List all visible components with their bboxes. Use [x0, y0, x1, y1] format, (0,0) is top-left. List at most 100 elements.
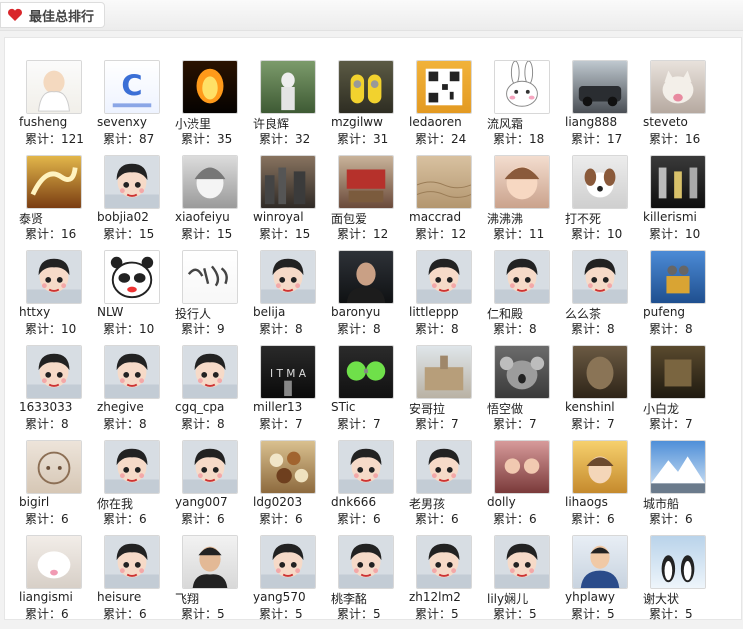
user-avatar[interactable]: [104, 345, 160, 399]
user-name[interactable]: lihaogs: [565, 495, 643, 509]
user-avatar[interactable]: [416, 535, 472, 589]
ranking-item[interactable]: 小渋里 累计：35: [175, 60, 253, 154]
user-avatar[interactable]: [650, 60, 706, 114]
user-name[interactable]: xiaofeiyu: [175, 210, 253, 224]
ranking-item[interactable]: 安哥拉 累计：7: [409, 345, 487, 439]
user-name[interactable]: dolly: [487, 495, 565, 509]
user-name[interactable]: kenshinl: [565, 400, 643, 414]
user-name[interactable]: STic: [331, 400, 409, 414]
user-avatar[interactable]: [494, 250, 550, 304]
user-name[interactable]: killerismi: [643, 210, 721, 224]
ranking-item[interactable]: 城市船 累计：6: [643, 440, 721, 534]
user-avatar[interactable]: [494, 440, 550, 494]
ranking-item[interactable]: 流风霜 累计：18: [487, 60, 565, 154]
user-avatar[interactable]: [572, 345, 628, 399]
ranking-item[interactable]: 投行人 累计：9: [175, 250, 253, 344]
ranking-item[interactable]: 桃李酩 累计：5: [331, 535, 409, 629]
ranking-item[interactable]: bobjia02 累计：15: [97, 155, 175, 249]
user-avatar[interactable]: [650, 535, 706, 589]
user-avatar[interactable]: [104, 535, 160, 589]
user-avatar[interactable]: [104, 250, 160, 304]
user-avatar[interactable]: C: [104, 60, 160, 114]
user-name[interactable]: littleppp: [409, 305, 487, 319]
user-avatar[interactable]: [260, 60, 316, 114]
ranking-item[interactable]: cgq_cpa 累计：8: [175, 345, 253, 439]
ranking-item[interactable]: dnk666 累计：6: [331, 440, 409, 534]
ranking-item[interactable]: STic 累计：7: [331, 345, 409, 439]
user-avatar[interactable]: [572, 440, 628, 494]
ranking-item[interactable]: I T M Amiller13 累计：7: [253, 345, 331, 439]
user-name[interactable]: zhegive: [97, 400, 175, 414]
ranking-item[interactable]: dolly 累计：6: [487, 440, 565, 534]
user-avatar[interactable]: [494, 345, 550, 399]
user-name[interactable]: heisure: [97, 590, 175, 604]
user-avatar[interactable]: [494, 535, 550, 589]
user-avatar[interactable]: [182, 60, 238, 114]
user-avatar[interactable]: [26, 345, 82, 399]
user-avatar[interactable]: [260, 155, 316, 209]
ranking-item[interactable]: yang570 累计：5: [253, 535, 331, 629]
user-avatar[interactable]: [494, 155, 550, 209]
ranking-item[interactable]: 老男孩 累计：6: [409, 440, 487, 534]
user-avatar[interactable]: [572, 60, 628, 114]
user-name[interactable]: ledaoren: [409, 115, 487, 129]
ranking-item[interactable]: 仁和殿 累计：8: [487, 250, 565, 344]
ranking-item[interactable]: steveto 累计：16: [643, 60, 721, 154]
user-name[interactable]: ldg0203: [253, 495, 331, 509]
ranking-item[interactable]: bigirl 累计：6: [19, 440, 97, 534]
ranking-item[interactable]: heisure 累计：6: [97, 535, 175, 629]
user-name[interactable]: winroyal: [253, 210, 331, 224]
user-name[interactable]: yang570: [253, 590, 331, 604]
ranking-item[interactable]: 泰贤 累计：16: [19, 155, 97, 249]
ranking-item[interactable]: Csevenxy 累计：87: [97, 60, 175, 154]
ranking-item[interactable]: 悟空做 累计：7: [487, 345, 565, 439]
user-avatar[interactable]: [338, 250, 394, 304]
user-avatar[interactable]: [26, 440, 82, 494]
ranking-item[interactable]: 么么茶 累计：8: [565, 250, 643, 344]
ranking-item[interactable]: NLW 累计：10: [97, 250, 175, 344]
user-name[interactable]: NLW: [97, 305, 175, 319]
user-avatar[interactable]: [494, 60, 550, 114]
user-avatar[interactable]: [26, 535, 82, 589]
user-avatar[interactable]: [182, 250, 238, 304]
user-avatar[interactable]: [338, 535, 394, 589]
user-name[interactable]: maccrad: [409, 210, 487, 224]
user-avatar[interactable]: [182, 440, 238, 494]
user-avatar[interactable]: [416, 440, 472, 494]
user-avatar[interactable]: [104, 440, 160, 494]
user-avatar[interactable]: [260, 535, 316, 589]
user-avatar[interactable]: [572, 155, 628, 209]
ranking-item[interactable]: zh12lm2 累计：5: [409, 535, 487, 629]
user-avatar[interactable]: [650, 440, 706, 494]
ranking-item[interactable]: yhplawy 累计：5: [565, 535, 643, 629]
user-name[interactable]: pufeng: [643, 305, 721, 319]
user-name[interactable]: bigirl: [19, 495, 97, 509]
ranking-item[interactable]: belija 累计：8: [253, 250, 331, 344]
user-avatar[interactable]: [572, 250, 628, 304]
ranking-item[interactable]: mzgilww 累计：31: [331, 60, 409, 154]
ranking-item[interactable]: ledaoren 累计：24: [409, 60, 487, 154]
ranking-item[interactable]: pufeng 累计：8: [643, 250, 721, 344]
ranking-item[interactable]: maccrad 累计：12: [409, 155, 487, 249]
ranking-item[interactable]: littleppp 累计：8: [409, 250, 487, 344]
user-name[interactable]: liang888: [565, 115, 643, 129]
ranking-item[interactable]: 飞翔 累计：5: [175, 535, 253, 629]
user-avatar[interactable]: [650, 155, 706, 209]
ranking-item[interactable]: ldg0203 累计：6: [253, 440, 331, 534]
user-avatar[interactable]: [338, 345, 394, 399]
ranking-item[interactable]: yang007 累计：6: [175, 440, 253, 534]
user-name[interactable]: dnk666: [331, 495, 409, 509]
user-name[interactable]: fusheng: [19, 115, 97, 129]
user-avatar[interactable]: [26, 155, 82, 209]
ranking-item[interactable]: kenshinl 累计：7: [565, 345, 643, 439]
ranking-item[interactable]: liangismi 累计：6: [19, 535, 97, 629]
user-name[interactable]: bobjia02: [97, 210, 175, 224]
ranking-item[interactable]: killerismi 累计：10: [643, 155, 721, 249]
user-name[interactable]: httxy: [19, 305, 97, 319]
user-avatar[interactable]: [416, 60, 472, 114]
user-name[interactable]: liangismi: [19, 590, 97, 604]
ranking-item[interactable]: xiaofeiyu 累计：15: [175, 155, 253, 249]
ranking-item[interactable]: fusheng 累计：121: [19, 60, 97, 154]
user-name[interactable]: yhplawy: [565, 590, 643, 604]
ranking-item[interactable]: lily娴儿 累计：5: [487, 535, 565, 629]
